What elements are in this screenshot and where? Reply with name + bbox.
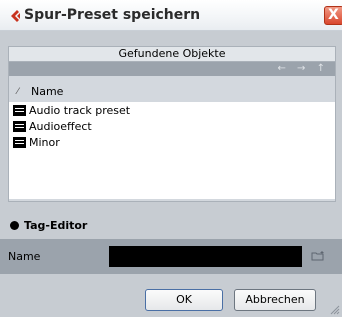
- tag-editor-label: Tag-Editor: [24, 219, 88, 232]
- close-icon: X: [328, 7, 339, 23]
- cubase-logo-icon: [11, 10, 20, 22]
- list-item-label: Audio track preset: [29, 104, 131, 117]
- list-item-label: Audioeffect: [29, 120, 92, 133]
- preset-dialog: Spur-Preset speichern X Gefundene Objekt…: [0, 0, 342, 317]
- column-name-label: Name: [31, 85, 64, 98]
- resize-grip-icon[interactable]: [328, 303, 340, 315]
- bullet-icon: [10, 221, 19, 230]
- name-input[interactable]: [109, 246, 302, 267]
- folder-browse-icon[interactable]: [311, 251, 325, 261]
- navigation-arrows-icon[interactable]: ← → ↑: [278, 62, 330, 76]
- ok-button[interactable]: OK: [145, 289, 223, 311]
- list-column-header[interactable]: ⁄ Name: [9, 85, 335, 99]
- panel-header: Gefundene Objekte: [9, 47, 335, 62]
- cancel-button[interactable]: Abbrechen: [234, 289, 316, 311]
- navigation-bar: ← → ↑: [9, 62, 335, 76]
- list-item-label: Minor: [29, 136, 60, 149]
- sort-icon: ⁄: [17, 87, 19, 97]
- tag-editor-section[interactable]: Tag-Editor: [0, 217, 342, 235]
- list-icon: [13, 105, 26, 116]
- title-bar[interactable]: Spur-Preset speichern X: [0, 0, 342, 31]
- name-label: Name: [8, 250, 41, 263]
- objects-list: Audio track preset Audioeffect Minor: [9, 102, 335, 199]
- objects-panel: Gefundene Objekte ← → ↑ ⁄ Name Audio tra…: [8, 46, 336, 202]
- list-icon: [13, 121, 26, 132]
- close-button[interactable]: X: [324, 6, 342, 25]
- name-row: Name: [0, 239, 342, 274]
- window-title: Spur-Preset speichern: [24, 7, 201, 23]
- list-icon: [13, 137, 26, 148]
